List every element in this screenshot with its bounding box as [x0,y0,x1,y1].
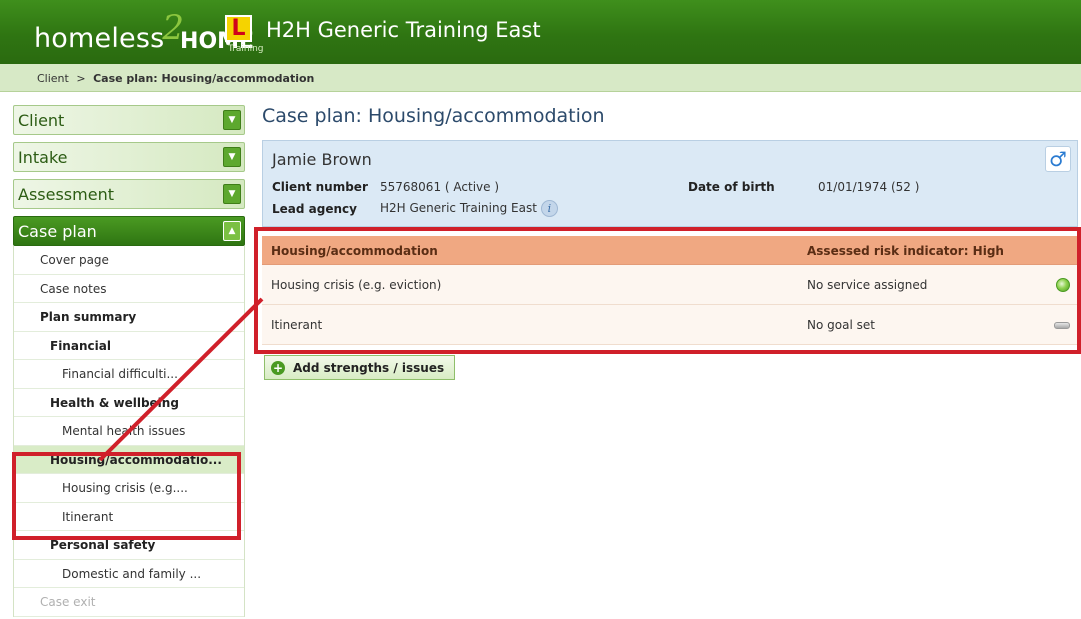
training-label: Training [228,44,264,54]
chevron-down-icon[interactable]: ▼ [223,110,241,130]
app-header: homeless 2 HOME L Training H2H Generic T… [0,0,1081,64]
nav-section-client[interactable]: Client ▼ [13,105,245,135]
plan-domain-title: Housing/accommodation [271,244,438,258]
sidebar-item-case-notes[interactable]: Case notes [14,275,244,303]
plan-table-header: Housing/accommodation Assessed risk indi… [262,236,1080,265]
add-strengths-issues-button[interactable]: + Add strengths / issues [264,355,456,380]
lead-agency-label: Lead agency [272,202,357,216]
sidebar-nav: Client ▼ Intake ▼ Assessment ▼ Case plan… [13,105,245,617]
nav-section-assessment[interactable]: Assessment ▼ [13,179,245,209]
breadcrumb-current: Case plan: Housing/accommodation [93,72,315,85]
breadcrumb: Client > Case plan: Housing/accommodatio… [0,64,1081,92]
sidebar-item-housing-accommodation[interactable]: Housing/accommodatio... [14,445,244,474]
breadcrumb-separator: > [76,72,86,85]
plus-icon: + [271,360,285,375]
nav-section-label: Intake [18,148,68,167]
add-button-label: Add strengths / issues [293,360,445,375]
nav-section-intake[interactable]: Intake ▼ [13,142,245,172]
nav-section-label: Client [18,111,65,130]
dob-label: Date of birth [688,180,775,194]
app-title: H2H Generic Training East [266,18,541,42]
sidebar-item-domestic-family[interactable]: Domestic and family ... [14,560,244,588]
client-info-panel: Jamie Brown ♂ Client number 55768061 ( A… [262,140,1078,227]
male-icon: ♂ [1045,146,1071,172]
sidebar-item-health-wellbeing[interactable]: Health & wellbeing [14,389,244,417]
table-row[interactable]: Itinerant No goal set [262,305,1080,345]
sidebar-item-personal-safety[interactable]: Personal safety [14,531,244,560]
issue-status: No goal set [807,318,875,332]
nav-section-case-plan[interactable]: Case plan ▲ [13,216,245,246]
nav-section-label: Assessment [18,185,114,204]
info-icon[interactable]: i [540,200,558,217]
lead-agency-value-wrap: H2H Generic Training East i [380,200,558,217]
client-name: Jamie Brown [272,150,372,169]
breadcrumb-client-link[interactable]: Client [37,72,69,85]
issue-status: No service assigned [807,278,928,292]
logo-homeless-text: homeless [34,23,165,54]
chevron-up-icon[interactable]: ▲ [223,221,241,241]
sidebar-item-cover-page[interactable]: Cover page [14,246,244,275]
chevron-down-icon[interactable]: ▼ [223,147,241,167]
case-plan-subnav: Cover page Case notes Plan summary Finan… [13,246,245,617]
sidebar-item-mental-health[interactable]: Mental health issues [14,417,244,446]
homeless2home-logo[interactable]: homeless 2 HOME [34,8,254,54]
sidebar-item-plan-summary[interactable]: Plan summary [14,303,244,332]
nav-section-label: Case plan [18,222,97,241]
issue-name[interactable]: Itinerant [271,318,322,332]
client-number-value: 55768061 ( Active ) [380,180,500,194]
client-number-label: Client number [272,180,368,194]
chevron-down-icon[interactable]: ▼ [223,184,241,204]
sidebar-item-financial-difficulties[interactable]: Financial difficulti... [14,360,244,389]
table-row[interactable]: Housing crisis (e.g. eviction) No servic… [262,265,1080,305]
grey-bar-icon[interactable] [1054,322,1070,329]
lead-agency-value: H2H Generic Training East [380,201,537,215]
sidebar-item-housing-crisis[interactable]: Housing crisis (e.g.... [14,474,244,503]
risk-indicator: Assessed risk indicator: High [807,244,1004,258]
issue-name[interactable]: Housing crisis (e.g. eviction) [271,278,441,292]
page-title: Case plan: Housing/accommodation [262,105,605,127]
dob-value: 01/01/1974 (52 ) [818,180,920,194]
plan-table: Housing/accommodation Assessed risk indi… [262,236,1080,345]
green-circle-icon[interactable] [1056,278,1070,292]
logo-two-text: 2 [162,8,185,48]
sidebar-item-itinerant[interactable]: Itinerant [14,503,244,531]
sidebar-item-case-exit: Case exit [14,588,244,617]
sidebar-item-financial[interactable]: Financial [14,332,244,360]
learner-plate-icon: L [225,15,252,42]
